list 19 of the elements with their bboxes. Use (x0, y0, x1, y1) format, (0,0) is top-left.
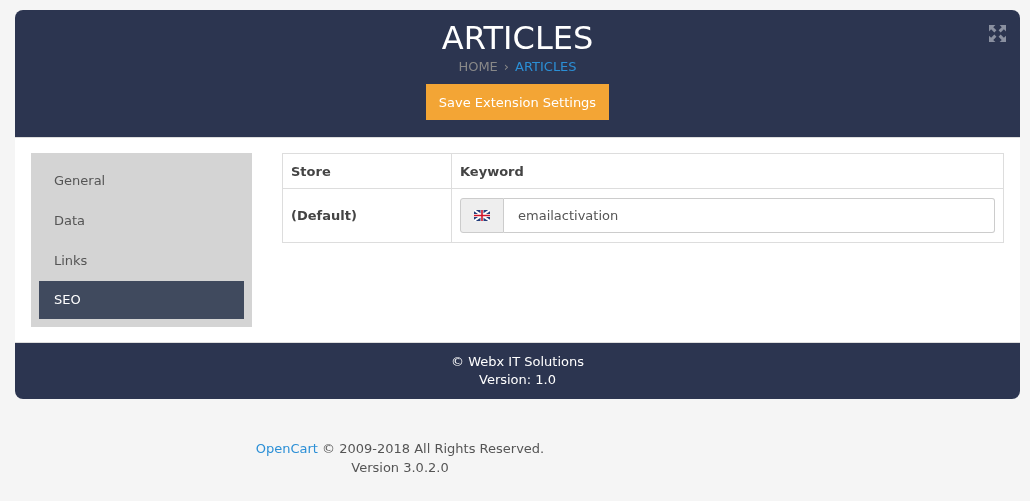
breadcrumb-link[interactable]: ARTICLES (515, 58, 577, 76)
sidebar-tab[interactable]: SEO (39, 281, 244, 319)
store-name: (Default) (291, 208, 357, 224)
keyword-field[interactable]: emailactivation (504, 198, 995, 234)
copyright-notice: OpenCart © 2009-2018 All Rights Reserved. (255, 441, 545, 456)
version-text: Version: 1.0 (479, 372, 556, 387)
expand-icon[interactable] (989, 25, 1006, 42)
breadcrumb-link[interactable]: HOME (458, 58, 498, 76)
copyright-text: © Webx IT Solutions (451, 354, 584, 369)
page-title: ARTICLES (441, 18, 594, 58)
column-header: Store (282, 153, 452, 189)
version-text: Version 3.0.2.0 (351, 460, 449, 475)
opencart-link[interactable]: OpenCart (255, 441, 318, 456)
flag-icon (474, 210, 490, 222)
column-header: Keyword (451, 153, 1004, 189)
sidebar-tab[interactable]: Data (39, 201, 244, 241)
breadcrumb-separator: › (503, 58, 510, 76)
sidebar-tab[interactable]: Links (39, 241, 244, 281)
sidebar-tab[interactable]: General (39, 161, 244, 201)
